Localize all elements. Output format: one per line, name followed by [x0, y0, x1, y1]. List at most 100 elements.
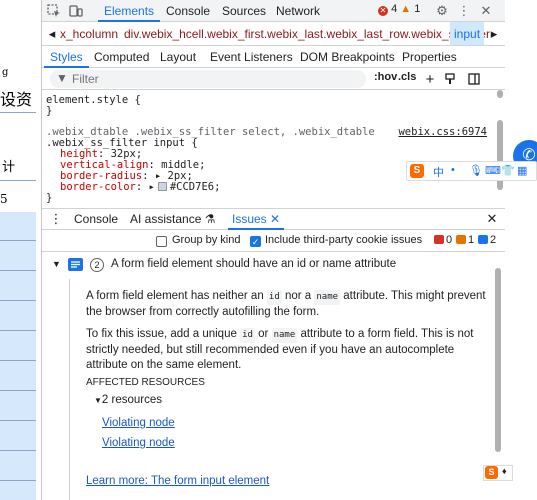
tab-label: AI assistance [130, 212, 202, 226]
error-counter[interactable]: ✕ 4 ▲ 1 [378, 3, 420, 16]
tab-network[interactable]: Network [270, 0, 326, 22]
violating-node-link[interactable]: Violating node [102, 416, 175, 431]
text: nor a [284, 290, 312, 302]
tab-dom-breakpoints[interactable]: DOM Breakpoints [294, 46, 401, 68]
devtools-main-toolbar: Elements Console Sources Network ✕ 4 ▲ 1… [42, 0, 505, 22]
toggle-sidebar-icon[interactable] [466, 71, 482, 87]
grid-menu-icon[interactable]: ▦ [517, 164, 527, 177]
issue-count-red: 0 [434, 234, 452, 246]
issue-header[interactable]: ▼ 2 A form field element should have an … [42, 252, 502, 278]
drawer-tab-issues[interactable]: Issues ✕ [228, 209, 285, 230]
tab-layout[interactable]: Layout [154, 46, 202, 68]
violating-node-link[interactable]: Violating node [102, 436, 175, 451]
page-row-line [0, 390, 36, 391]
close-tab-icon[interactable]: ✕ [270, 212, 280, 226]
device-toolbar-icon[interactable] [68, 3, 84, 19]
page-row-line [0, 330, 36, 331]
web-page-strip: g 设资 计 5 [0, 0, 42, 500]
page-text-1: g [2, 67, 9, 78]
drawer-tab-console[interactable]: Console [70, 209, 122, 230]
issues-scrollbar[interactable] [495, 268, 501, 452]
ime-toolbar: S 中 • 🎙 ⌨ 👕 ▦ [406, 161, 537, 181]
screen: g 设资 计 5 Elements Console Sources Networ… [0, 0, 537, 500]
ime-chinese-mode[interactable]: 中 [433, 164, 444, 180]
ime-punct-icon: ♦ [502, 466, 507, 476]
third-party-checkbox[interactable]: ✓ [250, 236, 261, 247]
ime-mini-indicator[interactable]: S ♦ [483, 465, 513, 481]
issue-count-badge: 2 [90, 258, 104, 272]
css-property[interactable]: border-color: ▸ #CCD7E6; [60, 181, 220, 193]
color-swatch[interactable] [157, 182, 167, 191]
styles-filter-bar: ▼ :hov .cls + [42, 68, 505, 90]
tab-properties[interactable]: Properties [396, 46, 463, 68]
page-row-line [0, 270, 36, 271]
drawer-tabbar: ⋮ Console AI assistance ⚗ Issues ✕ ✕ [42, 208, 505, 230]
filter-field[interactable]: ▼ [50, 70, 366, 88]
group-by-kind-checkbox[interactable] [156, 236, 167, 247]
more-options-icon[interactable]: ⋮ [456, 3, 472, 19]
breadcrumb-scroll-left-icon[interactable]: ◂ [44, 26, 60, 42]
learn-more-link[interactable]: Learn more: The form input element [86, 474, 269, 489]
breadcrumb-scroll-right-icon[interactable]: ▸ [486, 26, 502, 42]
blue-flag-icon [478, 235, 488, 244]
page-divider [0, 112, 36, 113]
red-flag-icon [434, 235, 444, 244]
tab-event-listeners[interactable]: Event Listeners [204, 46, 299, 68]
rule-source-link[interactable]: webix.css:6974 [398, 126, 487, 138]
right-page-edge: ✆ [505, 0, 537, 500]
ime-punct-icon[interactable]: • [451, 164, 455, 176]
filter-input[interactable] [72, 70, 362, 88]
error-icon: ✕ [378, 6, 388, 16]
resources-toggle[interactable]: ▼2 resources [94, 393, 498, 408]
resources-label: 2 resources [101, 394, 163, 406]
close-drawer-icon[interactable]: ✕ [484, 211, 500, 227]
issue-message-icon [68, 258, 83, 271]
count: 1 [468, 234, 475, 246]
tab-elements[interactable]: Elements [98, 0, 161, 22]
collapse-triangle-icon[interactable]: ▼ [94, 396, 102, 405]
issue-count-orange: 1 [456, 234, 474, 246]
page-text-4: 5 [0, 192, 8, 206]
class-toggle-button[interactable]: .cls [398, 71, 416, 83]
page-table-area [0, 212, 36, 500]
new-style-rule-icon[interactable]: + [422, 71, 438, 88]
scrollbar-up[interactable] [497, 90, 503, 98]
breadcrumb: ◂ x_hcolumn div.webix_hcell.webix_first.… [42, 22, 505, 46]
drawer-tab-ai-assistance[interactable]: AI assistance ⚗ [126, 209, 219, 230]
tab-styles[interactable]: Styles [44, 46, 89, 68]
page-divider [0, 180, 36, 181]
warning-count: 1 [414, 3, 421, 15]
page-row-line [0, 240, 36, 241]
inspect-element-icon[interactable] [46, 3, 62, 19]
paint-brush-icon[interactable] [442, 71, 458, 87]
collapse-triangle-icon[interactable]: ▼ [52, 259, 61, 269]
issue-fix-description: To fix this issue, add a unique id or na… [86, 327, 490, 373]
shirt-icon[interactable]: 👕 [501, 164, 515, 177]
breadcrumb-item[interactable]: div.webix_hcell.webix_first.webix_last.w… [124, 22, 490, 45]
breadcrumb-item[interactable]: x_hcolumn [60, 22, 118, 45]
hover-state-button[interactable]: :hov [374, 71, 397, 83]
page-text-3: 计 [2, 160, 16, 175]
tab-computed[interactable]: Computed [88, 46, 155, 68]
tab-sources[interactable]: Sources [216, 0, 272, 22]
styles-pane: element.style { } .webix_dtable .webix_s… [42, 90, 505, 208]
settings-gear-icon[interactable]: ⚙ [434, 3, 450, 19]
drawer-more-icon[interactable]: ⋮ [48, 211, 64, 227]
ime-logo-icon[interactable]: S [410, 164, 424, 178]
expand-triangle-icon[interactable]: ▸ [149, 181, 155, 193]
text: To fix this issue, add a unique [86, 328, 237, 340]
microphone-icon[interactable]: 🎙 [469, 164, 483, 177]
group-by-kind-label: Group by kind [172, 234, 241, 246]
count: 2 [490, 234, 497, 246]
code-snippet: name [314, 290, 341, 305]
count: 0 [446, 234, 453, 246]
tab-console[interactable]: Console [160, 0, 216, 22]
element-style-rule[interactable]: element.style { [46, 94, 141, 106]
orange-flag-icon [456, 235, 466, 244]
close-devtools-icon[interactable]: ✕ [478, 3, 494, 19]
ime-logo-icon: S [485, 466, 498, 479]
page-row-line [0, 420, 36, 421]
close-brace: } [46, 192, 53, 204]
keyboard-icon[interactable]: ⌨ [485, 164, 501, 177]
breadcrumb-item-selected[interactable]: input [450, 22, 485, 45]
